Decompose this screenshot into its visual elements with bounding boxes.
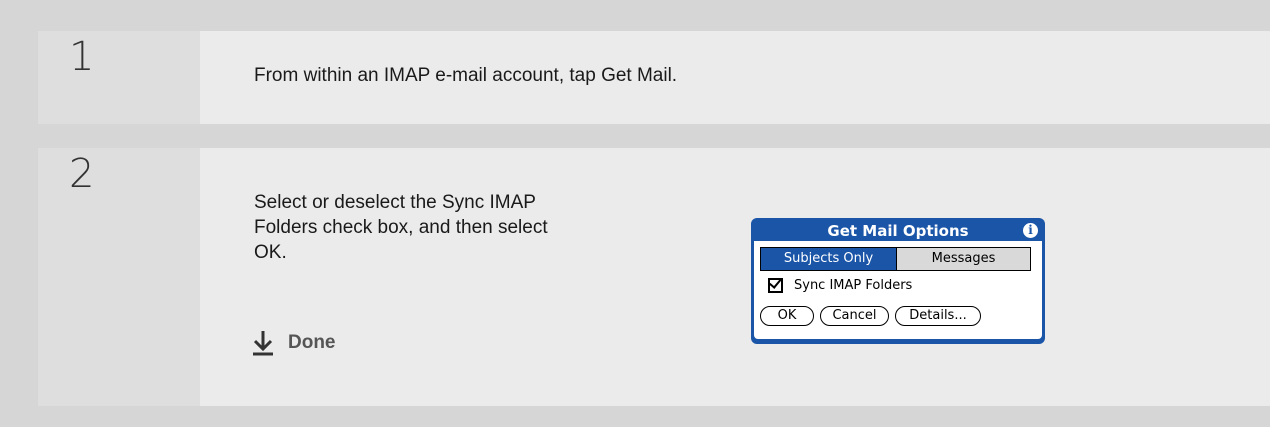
- step-instruction: From within an IMAP e-mail account, tap …: [254, 65, 678, 86]
- step-content-cell: Select or deselect the Sync IMAP Folders…: [200, 148, 1270, 406]
- dialog-title-bar: Get Mail Options i: [754, 221, 1042, 241]
- dialog-buttons: OK Cancel Details...: [760, 306, 987, 326]
- done-label: Done: [288, 332, 336, 353]
- cancel-button[interactable]: Cancel: [820, 306, 889, 326]
- tab-messages[interactable]: Messages: [896, 248, 1030, 270]
- sync-imap-folders-checkbox[interactable]: [768, 278, 783, 293]
- dialog-title: Get Mail Options: [827, 222, 969, 240]
- step-number: 2: [69, 151, 95, 197]
- get-mail-options-dialog: Get Mail Options i Subjects Only Message…: [751, 218, 1045, 344]
- details-button[interactable]: Details...: [895, 306, 981, 326]
- step-content-cell: From within an IMAP e-mail account, tap …: [200, 31, 1270, 124]
- dialog-body: Subjects Only Messages Sync IMAP Folders…: [754, 241, 1042, 339]
- done-marker: Done: [252, 330, 336, 356]
- sync-imap-folders-option[interactable]: Sync IMAP Folders: [768, 278, 912, 293]
- step-number-cell: 1: [38, 31, 200, 124]
- step-number-cell: 2: [38, 148, 200, 406]
- mail-mode-selector: Subjects Only Messages: [760, 247, 1031, 271]
- tab-subjects-only[interactable]: Subjects Only: [761, 248, 896, 270]
- info-icon[interactable]: i: [1023, 223, 1038, 238]
- step-2: 2 Select or deselect the Sync IMAP Folde…: [38, 148, 1270, 406]
- ok-button[interactable]: OK: [760, 306, 814, 326]
- sync-imap-folders-label: Sync IMAP Folders: [794, 278, 913, 293]
- step-number: 1: [69, 34, 95, 80]
- down-arrow-icon: [253, 331, 273, 356]
- step-1: 1 From within an IMAP e-mail account, ta…: [38, 31, 1270, 124]
- step-instruction: Select or deselect the Sync IMAP Folders…: [254, 192, 548, 263]
